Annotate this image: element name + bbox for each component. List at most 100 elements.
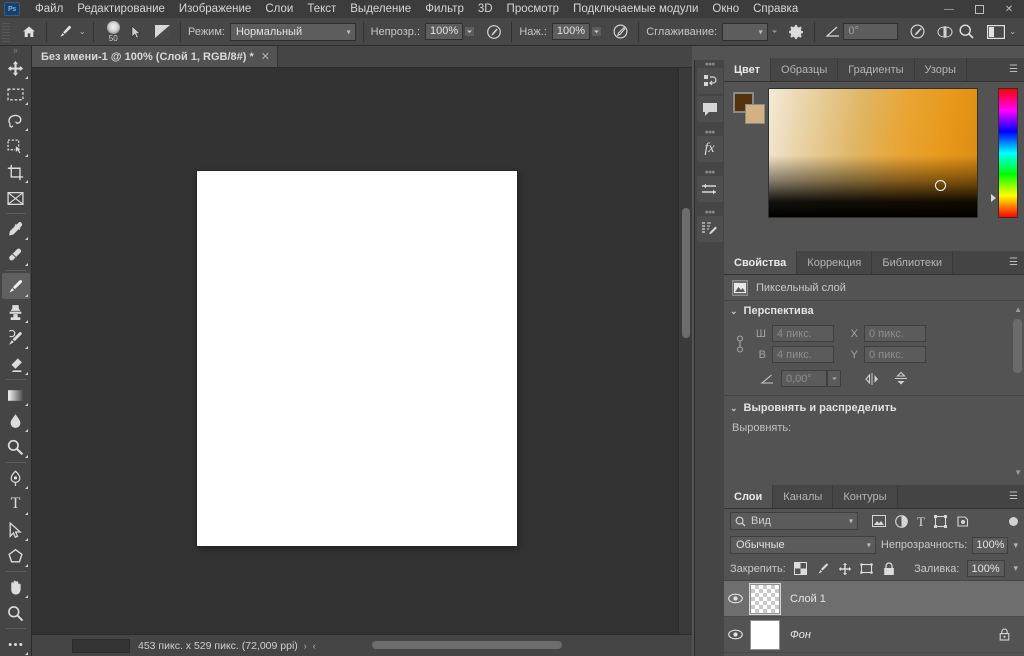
layers-panel-tab-2[interactable]: Контуры	[833, 485, 898, 508]
align-section-header[interactable]: ⌄ Выровнять и распределить	[724, 398, 1024, 418]
filter-enable-toggle[interactable]	[1009, 516, 1018, 526]
gear-icon[interactable]	[785, 21, 807, 43]
filter-shape-icon[interactable]	[933, 514, 947, 528]
lock-image-pixels-icon[interactable]	[816, 562, 830, 576]
menu-item-7[interactable]: 3D	[471, 0, 500, 18]
workspace-icon[interactable]	[985, 21, 1007, 43]
width-input[interactable]: 4 пикс.	[772, 325, 834, 342]
status-expand-icon[interactable]: ›	[304, 641, 307, 651]
menu-item-0[interactable]: Файл	[28, 0, 70, 18]
blend-mode-select[interactable]: Нормальный ▾	[229, 22, 356, 41]
spot-healing-brush-tool[interactable]	[2, 242, 30, 268]
color-panel-tab-2[interactable]: Градиенты	[838, 58, 915, 81]
layer-opacity-input[interactable]: 100%	[972, 536, 1009, 554]
menu-item-2[interactable]: Изображение	[172, 0, 258, 18]
menu-item-11[interactable]: Справка	[746, 0, 805, 18]
brush-tool-icon[interactable]	[54, 21, 76, 43]
flow-stepper-caret-icon[interactable]	[590, 21, 604, 43]
brush-settings-icon[interactable]	[696, 216, 723, 242]
cursor-icon[interactable]	[126, 21, 148, 43]
scrollbar-thumb[interactable]	[682, 208, 690, 338]
y-input[interactable]: 0 пикс.	[864, 346, 926, 363]
clone-stamp-tool[interactable]	[2, 299, 30, 325]
chevron-down-icon[interactable]: ⌄	[730, 403, 738, 414]
minimize-button[interactable]: —	[934, 0, 964, 18]
lock-transparent-pixels-icon[interactable]	[794, 562, 808, 576]
tools-panel-grip[interactable]: »	[0, 46, 31, 55]
workspace-caret-icon[interactable]: ⌄	[1009, 27, 1016, 36]
color-panel-tab-0[interactable]: Цвет	[724, 58, 772, 81]
lock-artboard-nesting-icon[interactable]	[859, 562, 874, 576]
lock-all-icon[interactable]	[882, 561, 896, 576]
color-panel-tab-1[interactable]: Образцы	[771, 58, 839, 81]
layer-fill-input[interactable]: 100%	[967, 560, 1006, 577]
opacity-input[interactable]: 100%	[425, 23, 464, 40]
flip-vertical-icon[interactable]	[893, 371, 909, 386]
properties-scrollbar[interactable]: ▲ ▼	[1013, 305, 1022, 477]
color-spectrum[interactable]	[768, 88, 978, 218]
brush-tool[interactable]	[1, 273, 30, 299]
flow-input[interactable]: 100%	[551, 23, 591, 40]
dock-grip[interactable]: ●●●	[701, 208, 719, 216]
layer-visibility-icon[interactable]	[728, 629, 750, 640]
properties-panel-tab-1[interactable]: Коррекция	[797, 251, 873, 274]
hue-slider-marker[interactable]	[991, 194, 996, 202]
butterfly-symmetry-icon[interactable]	[934, 21, 956, 43]
document-tab[interactable]: Без имени-1 @ 100% (Слой 1, RGB/8#) * ✕	[32, 46, 278, 67]
airbrush-icon[interactable]	[610, 21, 632, 43]
crop-tool[interactable]	[2, 159, 30, 185]
angle-caret-icon[interactable]	[827, 370, 841, 387]
filter-smart-object-icon[interactable]	[956, 515, 969, 528]
layer-row[interactable]: Фон	[724, 617, 1024, 653]
symmetry-icon[interactable]	[906, 21, 928, 43]
layers-panel-tab-0[interactable]: Слои	[724, 485, 774, 508]
hand-tool[interactable]	[2, 574, 30, 600]
menu-item-6[interactable]: Фильтр	[418, 0, 471, 18]
angle-input[interactable]: 0,00°	[781, 370, 827, 387]
frame-tool[interactable]	[2, 185, 30, 211]
polygon-shape-tool[interactable]	[2, 543, 30, 569]
dock-grip[interactable]: ●●●	[701, 60, 719, 68]
layer-filter-select[interactable]: Вид ▾	[730, 512, 858, 530]
edit-toolbar[interactable]	[2, 631, 30, 656]
properties-panel-tab-2[interactable]: Библиотеки	[872, 251, 953, 274]
gradient-tool[interactable]	[2, 382, 30, 408]
smoothing-input[interactable]: ▾	[722, 22, 768, 41]
close-button[interactable]: ✕	[994, 0, 1024, 18]
background-color-swatch[interactable]	[745, 104, 765, 124]
pen-tool[interactable]	[2, 465, 30, 491]
zoom-tool[interactable]	[2, 600, 30, 626]
height-input[interactable]: 4 пикс.	[772, 346, 834, 363]
color-panel-swatches[interactable]	[733, 92, 767, 124]
menu-item-1[interactable]: Редактирование	[70, 0, 172, 18]
fill-caret-icon[interactable]: ▾	[1013, 563, 1018, 574]
hue-slider[interactable]	[998, 88, 1018, 218]
search-icon[interactable]	[955, 21, 977, 43]
home-icon[interactable]	[18, 21, 40, 43]
opacity-stepper-caret-icon[interactable]	[463, 21, 477, 43]
options-bar-grip[interactable]	[2, 20, 10, 43]
document-canvas[interactable]	[197, 171, 517, 546]
zoom-level-input[interactable]	[72, 638, 130, 653]
transform-section-header[interactable]: ⌄ Перспектива	[724, 301, 1024, 321]
canvas-area[interactable]	[32, 68, 692, 634]
panel-menu-icon[interactable]: ☰	[1009, 491, 1018, 501]
color-picker-body[interactable]	[724, 82, 1024, 245]
menu-item-8[interactable]: Просмотр	[500, 0, 567, 18]
angle-input[interactable]: 0°	[843, 23, 899, 40]
history-icon[interactable]	[696, 68, 723, 94]
menu-item-4[interactable]: Текст	[300, 0, 343, 18]
layer-blend-mode-select[interactable]: Обычные ▾	[730, 536, 876, 554]
menu-item-5[interactable]: Выделение	[343, 0, 418, 18]
smoothing-options-caret-icon[interactable]	[768, 21, 782, 43]
menu-item-10[interactable]: Окно	[705, 0, 746, 18]
canvas-vertical-scrollbar[interactable]	[678, 68, 692, 634]
panel-menu-icon[interactable]: ☰	[1009, 64, 1018, 74]
layer-thumbnail[interactable]	[749, 582, 781, 615]
scroll-up-icon[interactable]: ▲	[1014, 305, 1022, 314]
filter-pixel-icon[interactable]	[872, 515, 886, 527]
chevron-down-icon[interactable]: ⌄	[730, 306, 738, 317]
panel-menu-icon[interactable]: ☰	[1009, 257, 1018, 267]
link-dimensions-icon[interactable]	[734, 333, 752, 355]
scrollbar-thumb[interactable]	[1013, 319, 1022, 373]
